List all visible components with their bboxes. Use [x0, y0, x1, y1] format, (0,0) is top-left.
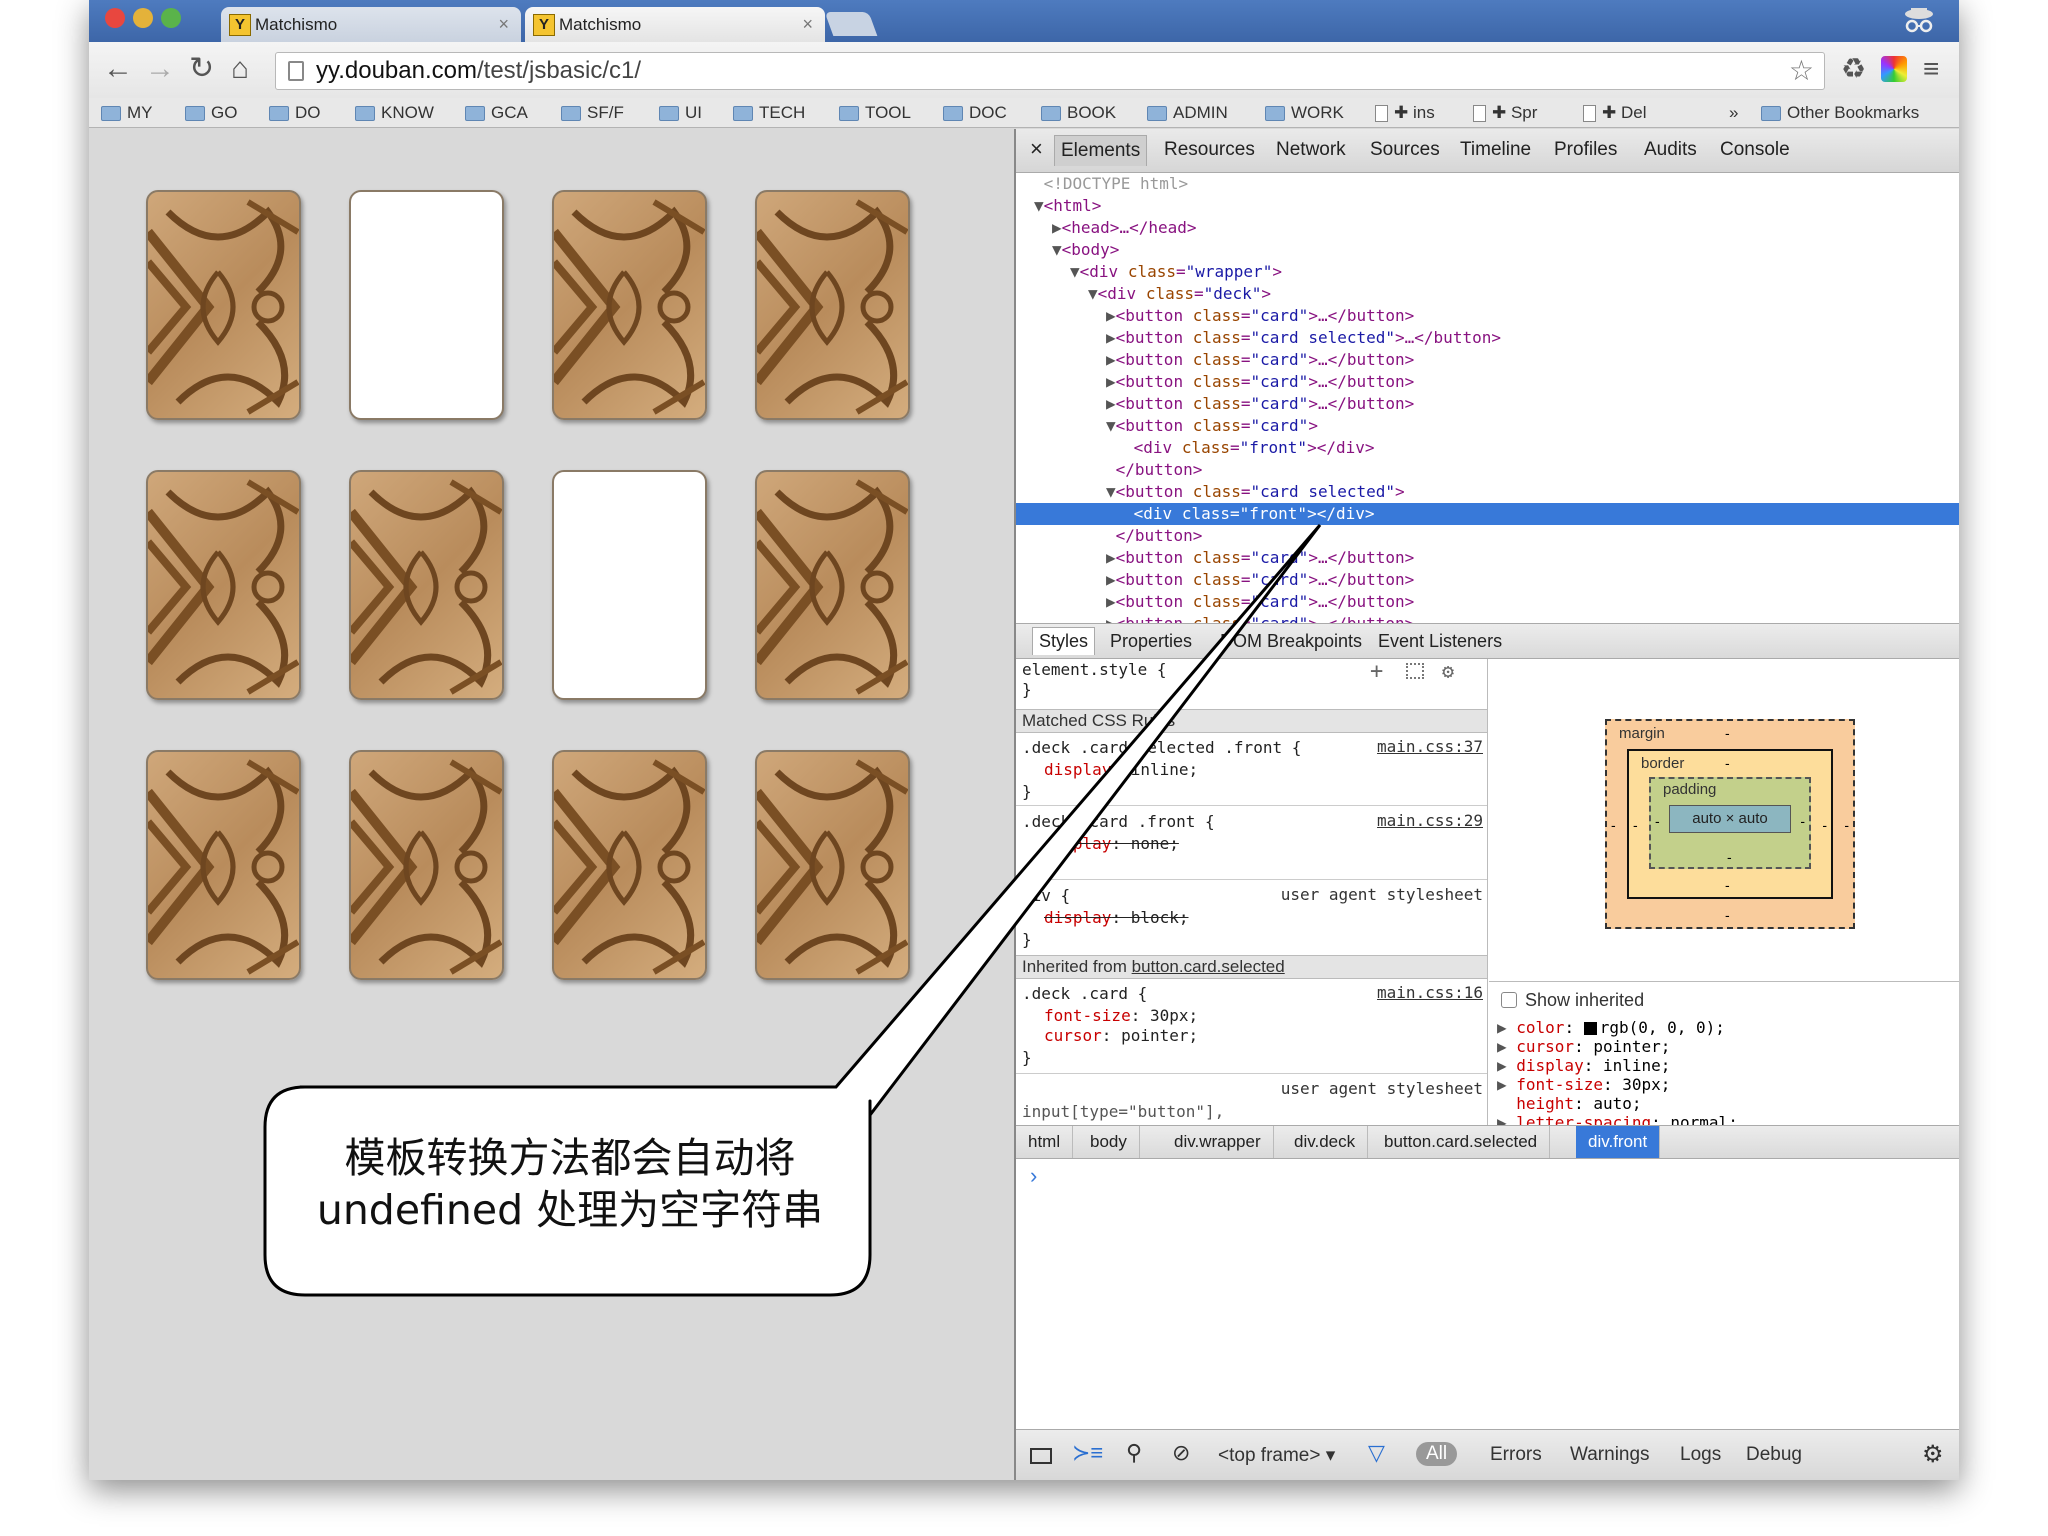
callout-text: 模板转换方法都会自动将 undefined 处理为空字符串: [280, 1132, 860, 1236]
callout-line-2: undefined 处理为空字符串: [316, 1186, 824, 1234]
callout-bubble: [263, 524, 1322, 1297]
callout-line-1: 模板转换方法都会自动将: [344, 1134, 796, 1182]
